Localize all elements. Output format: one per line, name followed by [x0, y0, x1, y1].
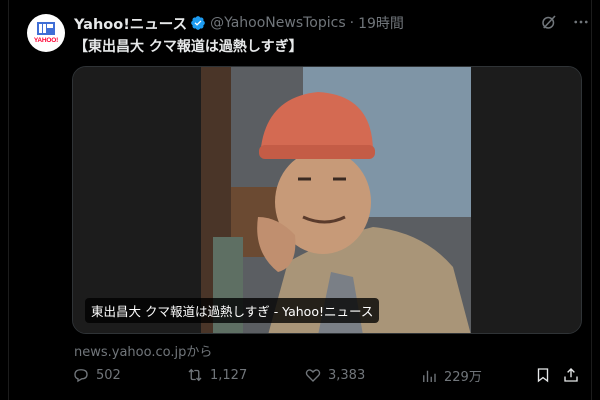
timestamp[interactable]: 19時間: [358, 13, 404, 33]
bookmark-button[interactable]: [534, 366, 552, 384]
avatar[interactable]: YAHOO!: [27, 14, 65, 52]
separator-dot: ·: [349, 15, 355, 31]
news-logo-icon: [37, 22, 55, 35]
display-name[interactable]: Yahoo!ニュース: [74, 13, 187, 34]
reply-icon: [74, 369, 88, 383]
card-domain[interactable]: news.yahoo.co.jpから: [74, 341, 212, 360]
retweet-icon: [188, 368, 202, 382]
like-button[interactable]: 3,383: [304, 366, 365, 384]
card-caption[interactable]: 東出昌大 クマ報道は過熱しすぎ - Yahoo!ニュース: [85, 298, 380, 323]
like-count: 3,383: [328, 367, 366, 383]
tweet-actions: 502 1,127 3,383 229万: [72, 366, 587, 390]
share-button[interactable]: [562, 366, 580, 384]
card-photo[interactable]: [73, 67, 582, 334]
views-icon: [423, 370, 436, 382]
verified-badge-icon: [191, 16, 205, 30]
grok-icon[interactable]: [540, 13, 558, 31]
header-actions: [540, 13, 590, 31]
share-icon: [564, 368, 578, 382]
retweet-count: 1,127: [210, 367, 248, 383]
like-icon: [305, 369, 321, 382]
more-icon[interactable]: [572, 13, 590, 31]
link-card[interactable]: 東出昌大 クマ報道は過熱しすぎ - Yahoo!ニュース: [72, 66, 582, 334]
tweet-text: 【東出昌大 クマ報道は過熱しすぎ】: [74, 39, 303, 55]
reply-button[interactable]: 502: [72, 366, 121, 384]
views-count: 229万: [444, 370, 482, 385]
user-handle[interactable]: @YahooNewsTopics: [210, 15, 346, 31]
views-button[interactable]: 229万: [420, 366, 482, 385]
retweet-button[interactable]: 1,127: [186, 366, 247, 384]
tweet-header: Yahoo!ニュース @YahooNewsTopics · 19時間: [74, 13, 404, 33]
avatar-brand-text: YAHOO!: [33, 37, 59, 44]
reply-count: 502: [96, 367, 121, 383]
bookmark-icon: [537, 368, 549, 383]
